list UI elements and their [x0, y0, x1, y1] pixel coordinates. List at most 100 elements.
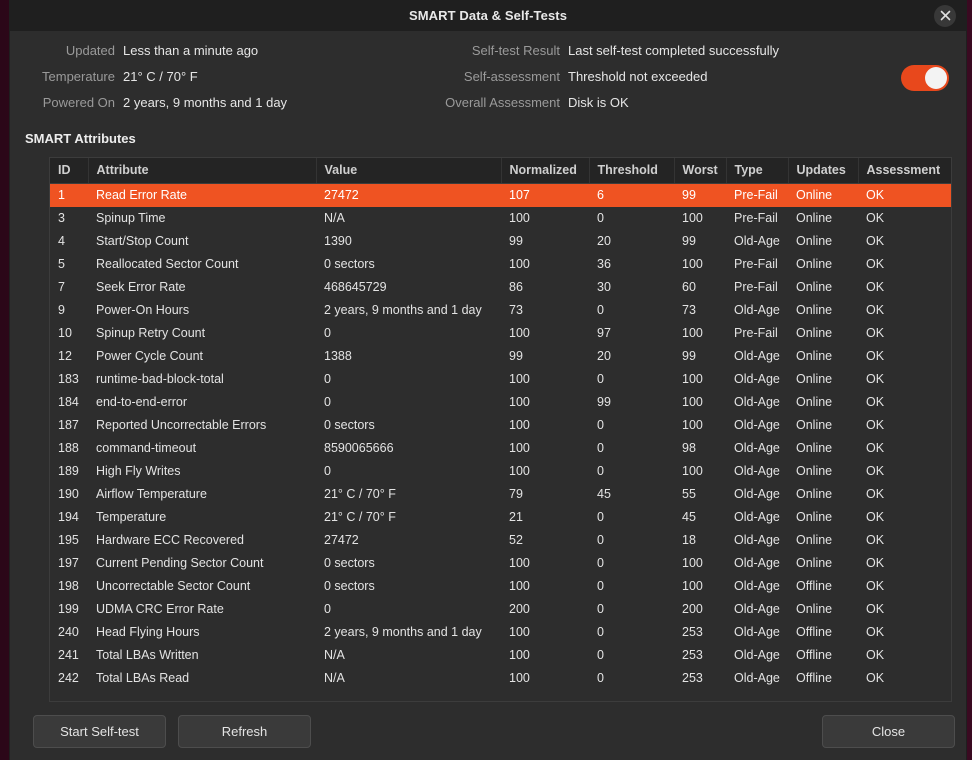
cell-id: 3 [58, 211, 65, 225]
window-title: SMART Data & Self-Tests [408, 8, 568, 23]
cell-value: 21° C / 70° F [324, 487, 396, 501]
table-row[interactable]: 183 runtime-bad-block-total 0 100 0 100 Old-Ag… [50, 368, 951, 391]
smart-attributes-table-container[interactable]: ID Attribute Value Normalized Threshold … [49, 157, 952, 702]
cell-attribute: Total LBAs Read [96, 671, 190, 685]
cell-threshold: 0 [597, 533, 604, 547]
cell-id: 5 [58, 257, 65, 271]
refresh-button[interactable]: Refresh [178, 714, 311, 748]
close-window-button[interactable] [934, 4, 956, 27]
column-header-assessment[interactable]: Assessment [858, 158, 951, 184]
cell-threshold: 0 [597, 372, 604, 386]
cell-assessment: OK [866, 349, 885, 363]
temperature-label: Temperature [42, 69, 115, 84]
cell-value: 468645729 [324, 280, 387, 294]
cell-worst: 100 [682, 257, 703, 271]
cell-normalized: 79 [509, 487, 523, 501]
column-header-updates[interactable]: Updates [788, 158, 859, 184]
table-row[interactable]: 240 Head Flying Hours 2 years, 9 months an… [50, 621, 951, 644]
cell-type: Old-Age [734, 602, 780, 616]
cell-worst: 55 [682, 487, 696, 501]
cell-assessment: OK [866, 510, 885, 524]
cell-value: N/A [324, 648, 345, 662]
table-row[interactable]: 10 Spinup Retry Count 0 100 97 100 Pre-Fail Onl… [50, 322, 951, 345]
cell-id: 188 [58, 441, 79, 455]
table-row[interactable]: 4 Start/Stop Count 1390 99 20 99 Old-Age Online… [50, 230, 951, 253]
cell-worst: 100 [682, 372, 703, 386]
cell-threshold: 0 [597, 418, 604, 432]
cell-type: Old-Age [734, 648, 780, 662]
cell-normalized: 100 [509, 326, 530, 340]
table-row[interactable]: 189 High Fly Writes 0 100 0 100 Old-Age Online O… [50, 460, 951, 483]
cell-attribute: Total LBAs Written [96, 648, 199, 662]
cell-worst: 100 [682, 211, 703, 225]
cell-updates: Online [796, 487, 833, 501]
cell-assessment: OK [866, 441, 885, 455]
table-row[interactable]: 7 Seek Error Rate 468645729 86 30 60 Pre-Fail O… [50, 276, 951, 299]
table-row[interactable]: 242 Total LBAs Read N/A 100 0 253 Old-Age Offli… [50, 667, 951, 690]
column-header-attribute[interactable]: Attribute [88, 158, 317, 184]
column-header-type[interactable]: Type [726, 158, 789, 184]
cell-assessment: OK [866, 648, 885, 662]
cell-normalized: 100 [509, 648, 530, 662]
table-row[interactable]: 9 Power-On Hours 2 years, 9 months and 1 d… [50, 299, 951, 322]
cell-id: 242 [58, 671, 79, 685]
cell-assessment: OK [866, 533, 885, 547]
cell-normalized: 100 [509, 625, 530, 639]
smart-enabled-toggle[interactable] [901, 65, 949, 91]
cell-value: 2 years, 9 months and 1 day [324, 303, 482, 317]
cell-type: Old-Age [734, 556, 780, 570]
cell-updates: Offline [796, 648, 832, 662]
cell-value: 0 [324, 326, 331, 340]
table-row[interactable]: 188 command-timeout 8590065666 100 0 98 Old-Ag… [50, 437, 951, 460]
cell-type: Old-Age [734, 234, 780, 248]
cell-updates: Online [796, 326, 833, 340]
table-row[interactable]: 3 Spinup Time N/A 100 0 100 Pre-Fail Online OK [50, 207, 951, 230]
table-row[interactable]: 198 Uncorrectable Sector Count 0 sectors 10… [50, 575, 951, 598]
cell-updates: Online [796, 349, 833, 363]
disk-info-panel: Updated Less than a minute ago Temperatu… [10, 31, 966, 125]
column-header-threshold[interactable]: Threshold [589, 158, 675, 184]
column-header-worst[interactable]: Worst [674, 158, 727, 184]
cell-attribute: Airflow Temperature [96, 487, 207, 501]
smart-attributes-table: ID Attribute Value Normalized Threshold … [50, 158, 951, 690]
column-header-id[interactable]: ID [50, 158, 89, 184]
table-row[interactable]: 197 Current Pending Sector Count 0 sectors… [50, 552, 951, 575]
cell-value: 0 sectors [324, 579, 375, 593]
cell-id: 9 [58, 303, 65, 317]
cell-updates: Offline [796, 671, 832, 685]
cell-attribute: Spinup Retry Count [96, 326, 206, 340]
table-row[interactable]: 195 Hardware ECC Recovered 27472 52 0 18 Old-A… [50, 529, 951, 552]
table-row[interactable]: 5 Reallocated Sector Count 0 sectors 100 36 1… [50, 253, 951, 276]
cell-id: 183 [58, 372, 79, 386]
cell-updates: Offline [796, 579, 832, 593]
cell-value: 0 [324, 395, 331, 409]
cell-worst: 73 [682, 303, 696, 317]
cell-attribute: High Fly Writes [96, 464, 181, 478]
close-button[interactable]: Close [822, 714, 955, 748]
cell-id: 240 [58, 625, 79, 639]
table-row[interactable]: 194 Temperature 21° C / 70° F 21 0 45 Old-Age O… [50, 506, 951, 529]
cell-worst: 60 [682, 280, 696, 294]
cell-normalized: 100 [509, 441, 530, 455]
powered-on-value: 2 years, 9 months and 1 day [123, 95, 288, 110]
toggle-knob [925, 67, 947, 89]
cell-value: 27472 [316, 183, 501, 207]
table-row[interactable]: 184 end-to-end-error 0 100 99 100 Old-Age Onlin… [50, 391, 951, 414]
cell-type: Old-Age [734, 671, 780, 685]
column-header-normalized[interactable]: Normalized [501, 158, 590, 184]
table-row[interactable]: 12 Power Cycle Count 1388 99 20 99 Old-Age Onli… [50, 345, 951, 368]
start-self-test-button[interactable]: Start Self-test [33, 714, 166, 748]
info-row-self-test-result: Self-test Result Last self-test complete… [408, 43, 779, 69]
cell-value: 0 [324, 602, 331, 616]
column-header-value[interactable]: Value [316, 158, 502, 184]
cell-attribute: Seek Error Rate [96, 280, 186, 294]
cell-type: Pre-Fail [734, 211, 778, 225]
table-row[interactable]: 199 UDMA CRC Error Rate 0 200 0 200 Old-Age Onl… [50, 598, 951, 621]
cell-normalized: 100 [509, 418, 530, 432]
cell-value: 21° C / 70° F [324, 510, 396, 524]
table-row[interactable]: 190 Airflow Temperature 21° C / 70° F 79 45 5… [50, 483, 951, 506]
table-row[interactable]: 1 Read Error Rate 27472 107 6 99 Pre-Fail Onlin… [50, 183, 951, 207]
cell-updates: Online [796, 372, 833, 386]
table-row[interactable]: 187 Reported Uncorrectable Errors 0 sector… [50, 414, 951, 437]
table-row[interactable]: 241 Total LBAs Written N/A 100 0 253 Old-Age Of… [50, 644, 951, 667]
